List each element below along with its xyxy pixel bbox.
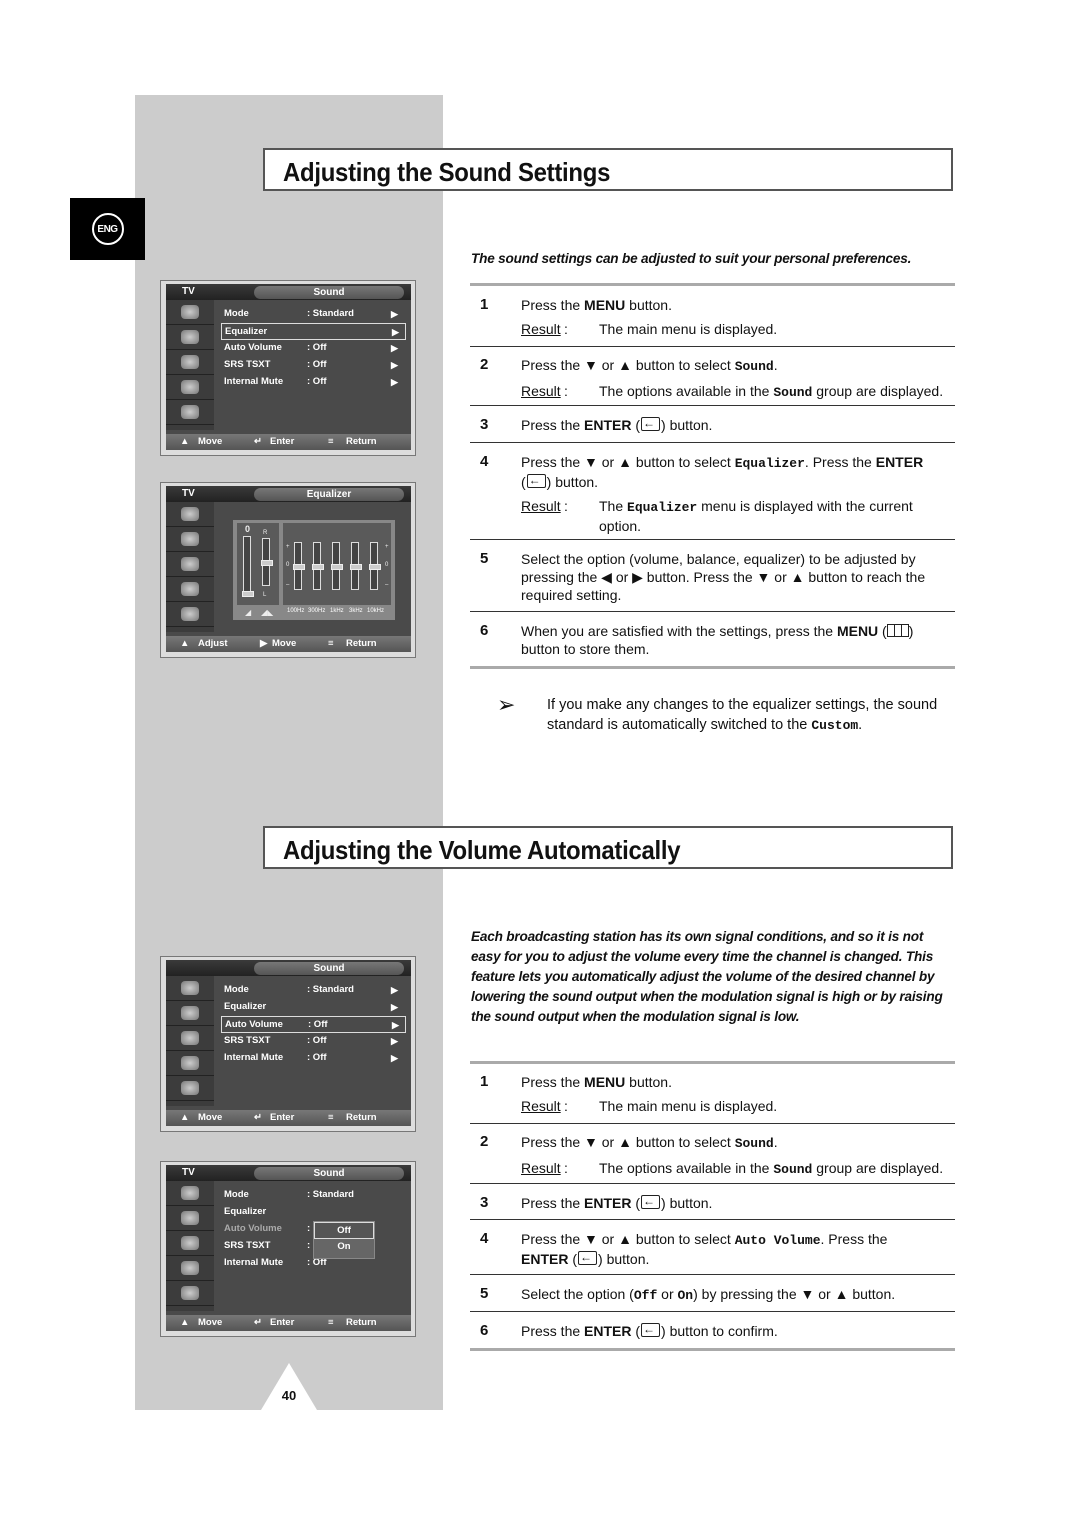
page-number: 40	[281, 1388, 297, 1403]
tv-menu-item: Equalizer ▶	[224, 1001, 398, 1012]
band-slider-10kHz-knob	[369, 564, 381, 570]
section-title-sound-settings: Adjusting the Sound Settings	[263, 148, 953, 191]
section2-intro: Each broadcasting station has its own si…	[471, 929, 943, 1024]
divider	[470, 1348, 955, 1351]
band-slider-100Hz-knob	[293, 564, 305, 570]
divider	[470, 442, 955, 443]
divider	[470, 611, 955, 612]
divider	[470, 346, 955, 347]
divider	[470, 666, 955, 669]
balance-slider	[261, 538, 273, 586]
divider	[470, 283, 955, 286]
move-icon: ▲	[180, 1112, 190, 1123]
band-slider-100Hz	[293, 542, 305, 590]
balance-icon: ◢◣	[261, 608, 274, 617]
equalizer-panel: 0 R L + 0 – + 0 – ◢ ◢◣ 100Hz 300Hz 1kHz …	[233, 520, 395, 620]
band-slider-1kHz	[331, 542, 343, 590]
tv-category-icons	[166, 300, 214, 430]
menu-icon: ≡	[328, 638, 334, 649]
divider	[470, 1311, 955, 1312]
tv-screen-sound-equalizer: TV Sound Mode: Standard ▶ Equalizer ▶ Auto …	[160, 280, 416, 456]
tv-menu-item: SRS TSXT: Off ▶	[224, 1035, 398, 1046]
band-slider-3kHz	[350, 542, 362, 590]
move-icon: ▲	[180, 1317, 190, 1328]
divider	[470, 405, 955, 406]
divider	[470, 1219, 955, 1220]
tv-menu-item: Mode: Standard ▶	[224, 308, 398, 319]
enter-icon	[526, 471, 546, 489]
balance-slider-knob	[261, 560, 273, 566]
divider	[470, 1274, 955, 1275]
tv-menu-item-selected: Equalizer ▶	[221, 323, 406, 340]
tv-menu-item: Auto Volume: Off ▶	[224, 342, 398, 353]
menu-icon	[886, 624, 909, 637]
tv-menu-item: Mode: Standard ▶	[224, 984, 398, 995]
band-slider-10kHz	[369, 542, 381, 590]
tv-menu-item: Internal Mute: Off ▶	[224, 1052, 398, 1063]
divider	[470, 1183, 955, 1184]
enter-icon	[641, 1192, 661, 1210]
tv-menu-item: Internal Mute: Off ▶	[224, 376, 398, 387]
volume-icon: ◢	[245, 608, 252, 617]
menu-icon: ≡	[328, 1317, 334, 1328]
menu-icon: ≡	[328, 436, 334, 447]
section-title-auto-volume: Adjusting the Volume Automatically	[263, 826, 953, 869]
tv-menu-item-selected: Auto Volume: Off ▶	[221, 1016, 406, 1033]
band-slider-300Hz	[312, 542, 324, 590]
section1-intro: The sound settings can be adjusted to su…	[471, 251, 912, 266]
tv-screen-equalizer: TV Equalizer 0 R L + 0 – + 0 – ◢ ◢◣ 100Hz…	[160, 482, 416, 658]
tv-screen-auto-volume-popup: TV Sound Mode: Standard Equalizer Auto Vo…	[160, 1161, 416, 1337]
move-icon: ▲︎	[180, 436, 190, 447]
note-arrow-icon: ➢	[497, 692, 516, 717]
tv-menu-item: SRS TSXT: Off ▶	[224, 359, 398, 370]
menu-icon: ≡	[328, 1112, 334, 1123]
auto-volume-options-popup: Off On	[313, 1221, 375, 1259]
enter-icon	[641, 1320, 661, 1338]
enter-icon: ↵	[254, 1317, 262, 1328]
band-slider-1kHz-knob	[331, 564, 343, 570]
tv-menu-item: Mode: Standard	[224, 1189, 354, 1200]
adjust-icon: ▲	[180, 638, 190, 649]
divider	[470, 539, 955, 540]
band-slider-300Hz-knob	[312, 564, 324, 570]
enter-icon: ↵	[254, 1112, 262, 1123]
divider	[470, 1123, 955, 1124]
tv-menu-item: Equalizer	[224, 1206, 267, 1217]
language-badge: ENG	[70, 198, 145, 260]
enter-icon	[641, 414, 661, 432]
option-on: On	[337, 1241, 351, 1252]
tv-screen-sound-auto-volume: Sound Mode: Standard ▶ Equalizer ▶ Auto Vo…	[160, 956, 416, 1132]
enter-icon: ↵	[254, 436, 262, 447]
divider	[470, 1061, 955, 1064]
volume-slider	[242, 536, 254, 597]
eng-icon: ENG	[91, 213, 124, 245]
move-icon: ▶	[260, 638, 268, 649]
volume-slider-knob	[242, 591, 254, 597]
enter-icon	[578, 1248, 598, 1266]
option-off: Off	[314, 1222, 374, 1239]
band-slider-3kHz-knob	[350, 564, 362, 570]
